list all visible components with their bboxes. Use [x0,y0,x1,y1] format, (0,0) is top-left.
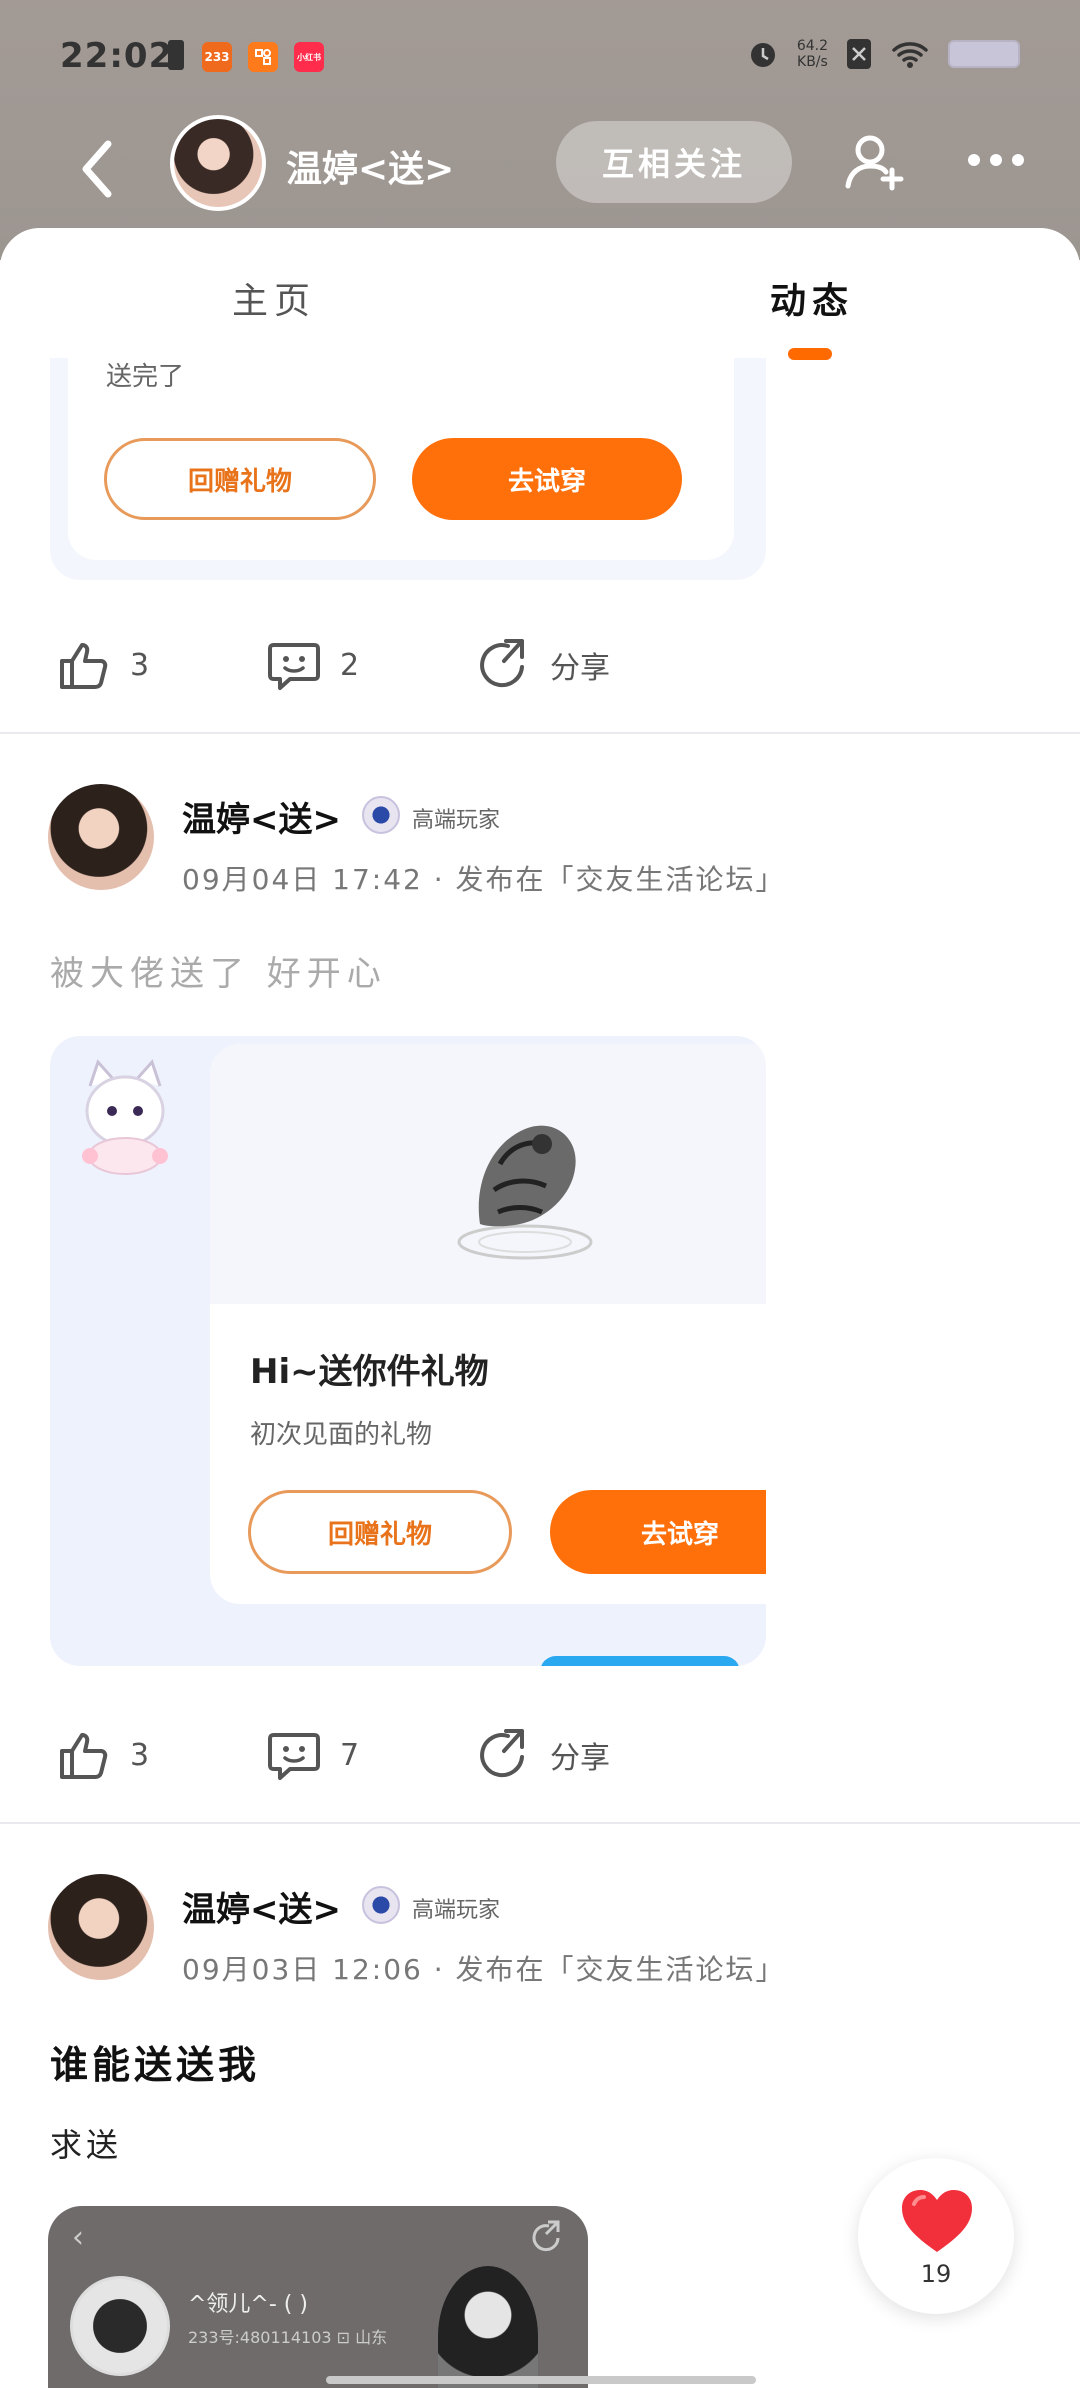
content-sheet: 送完了 回赠礼物 去试穿 3 2 分享 温婷<送> 高端玩家 09月04日 17… [0,228,1080,2388]
post-meta: 09月03日 12:06 · 发布在「交友生活论坛」 [182,1953,786,1986]
level-label: 高端玩家 [412,1898,501,1923]
like-button[interactable]: 3 [56,1720,149,1790]
share-icon [480,639,524,688]
more-icon[interactable] [966,148,1026,172]
post-meta: 09月04日 17:42 · 发布在「交友生活论坛」 [182,863,786,896]
cat-avatar-icon [82,1059,168,1175]
add-friend-icon[interactable] [842,130,906,194]
gift-item-image [457,1125,593,1260]
nosim-icon [847,39,871,69]
status-time: 22:02 [60,36,174,76]
gift-card-inner: Hi~送你件礼物 初次见面的礼物 回赠礼物 去试穿 [210,1044,766,1604]
post-image[interactable]: ‹ ^领儿^- ( ) 233号:480114103 ⊡ 山东 [48,2206,588,2388]
status-right: 64.2 KB/s [747,38,1020,70]
like-button[interactable]: 3 [56,630,149,700]
post-actions: 3 2 分享 [0,630,1080,700]
tab-home[interactable]: 主页 [232,272,316,324]
level-label: 高端玩家 [412,808,501,833]
return-gift-button[interactable]: 回赠礼物 [104,438,376,520]
return-gift-button[interactable]: 回赠礼物 [248,1490,512,1574]
profile-navbar: 温婷<送> 互相关注 [0,110,1080,230]
image-user-id: 233号:480114103 ⊡ 山东 [188,2328,388,2347]
profile-name: 温婷<送> [286,149,455,190]
gift-banner [210,1044,766,1304]
wifi-icon [892,42,928,68]
net-speed-unit: KB/s [797,54,828,70]
gift-subtitle: 初次见面的礼物 [250,1420,433,1450]
app-icon [248,42,278,72]
post-avatar[interactable] [48,1874,154,1980]
comment-button[interactable]: 2 [266,630,359,700]
image-back-icon: ‹ [72,2220,84,2255]
tab-moments[interactable]: 动态 [770,272,854,324]
back-icon[interactable] [72,134,122,204]
floating-like-button[interactable]: 19 [858,2158,1014,2314]
image-figure [438,2266,538,2388]
share-label: 分享 [550,651,610,686]
avatar[interactable] [170,115,266,211]
image-share-icon [532,2220,560,2252]
home-indicator[interactable] [326,2376,756,2384]
comment-count: 2 [340,647,360,683]
post-avatar[interactable] [48,784,154,890]
thumbs-up-icon [60,1733,108,1779]
sim-icon [168,40,184,70]
next-gift-peek [540,1656,740,1666]
comment-icon [268,1733,320,1780]
post-author[interactable]: 温婷<送> [182,792,341,841]
mutual-follow-button[interactable]: 互相关注 [556,121,792,203]
divider [0,1822,1080,1824]
net-speed: 64.2 KB/s [797,38,828,70]
floating-like-count: 19 [920,2260,952,2288]
post-body: 求送 [50,2126,123,2164]
try-on-button[interactable]: 去试穿 [550,1490,766,1574]
post-title: 谁能送送我 [50,2043,261,2087]
gift-status-text: 送完了 [106,362,185,392]
comment-count: 7 [340,1737,360,1773]
share-button[interactable]: 分享 [476,1720,610,1790]
xiaohongshu-icon: 小红书 [294,42,324,72]
share-icon [480,1729,524,1778]
profile-tabs: 主页 动态 [0,228,1080,360]
gift-title: Hi~送你件礼物 [250,1352,489,1392]
image-user-name: ^领儿^- ( ) [188,2292,308,2317]
like-count: 3 [130,1737,150,1773]
share-button[interactable]: 分享 [476,630,610,700]
post-text: 被大佬送了 好开心 [50,954,387,994]
tab-indicator [788,348,832,360]
share-label: 分享 [550,1741,610,1776]
level-badge-icon [362,1886,400,1924]
comment-icon [268,643,320,690]
gift-card[interactable]: Hi~送你件礼物 初次见面的礼物 回赠礼物 去试穿 [50,1036,766,1666]
status-bar: 22:02 233 小红书 64.2 KB/s [0,0,1080,110]
heart-icon [902,2190,972,2252]
alarm-icon [750,43,775,67]
post-actions: 3 7 分享 [0,1720,1080,1790]
level-badge-icon [362,796,400,834]
post-author[interactable]: 温婷<送> [182,1882,341,1931]
try-on-button[interactable]: 去试穿 [412,438,682,520]
like-count: 3 [130,647,150,683]
thumbs-up-icon [60,643,108,689]
image-avatar [70,2276,170,2376]
comment-button[interactable]: 7 [266,1720,359,1790]
net-speed-value: 64.2 [796,38,828,54]
battery-icon [948,40,1020,68]
app-233-icon: 233 [202,42,232,72]
divider [0,732,1080,734]
